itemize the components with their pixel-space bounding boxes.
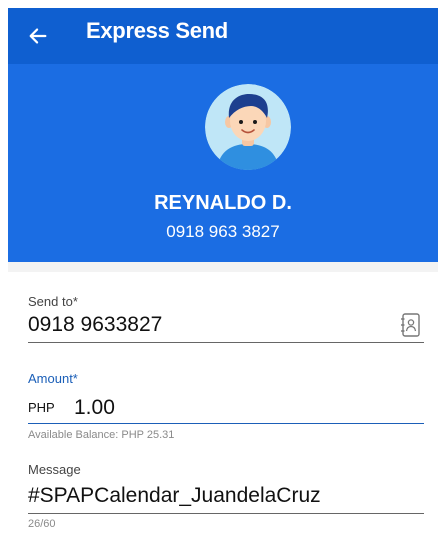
amount-input[interactable]: 1.00 — [74, 396, 115, 420]
message-label: Message — [28, 462, 81, 477]
express-send-screen: Express Send REYNALDO D. 0918 963 3827 S… — [0, 0, 440, 533]
recipient-number: 0918 963 3827 — [166, 222, 280, 241]
contact-book-button[interactable] — [400, 312, 422, 338]
available-balance: Available Balance: PHP 25.31 — [28, 429, 175, 441]
app-bar: Express Send — [8, 8, 438, 64]
user-avatar-icon — [205, 84, 291, 170]
page-title: Express Send — [86, 18, 228, 43]
contact-book-icon — [401, 313, 420, 337]
section-divider — [8, 262, 438, 272]
send-to-input[interactable]: 0918 9633827 — [28, 313, 162, 337]
amount-label: Amount* — [28, 371, 78, 386]
message-input[interactable]: #SPAPCalendar_JuandelaCruz — [28, 484, 321, 508]
amount-underline — [28, 423, 424, 424]
recipient-name: REYNALDO D. — [154, 192, 292, 214]
back-button[interactable] — [18, 16, 58, 56]
message-underline — [28, 513, 424, 514]
message-char-counter: 26/60 — [28, 518, 56, 530]
recipient-card: REYNALDO D. 0918 963 3827 — [8, 64, 438, 262]
arrow-left-icon — [29, 28, 47, 44]
send-to-underline — [28, 342, 424, 343]
send-to-label: Send to* — [28, 294, 78, 309]
currency-label: PHP — [28, 400, 55, 415]
